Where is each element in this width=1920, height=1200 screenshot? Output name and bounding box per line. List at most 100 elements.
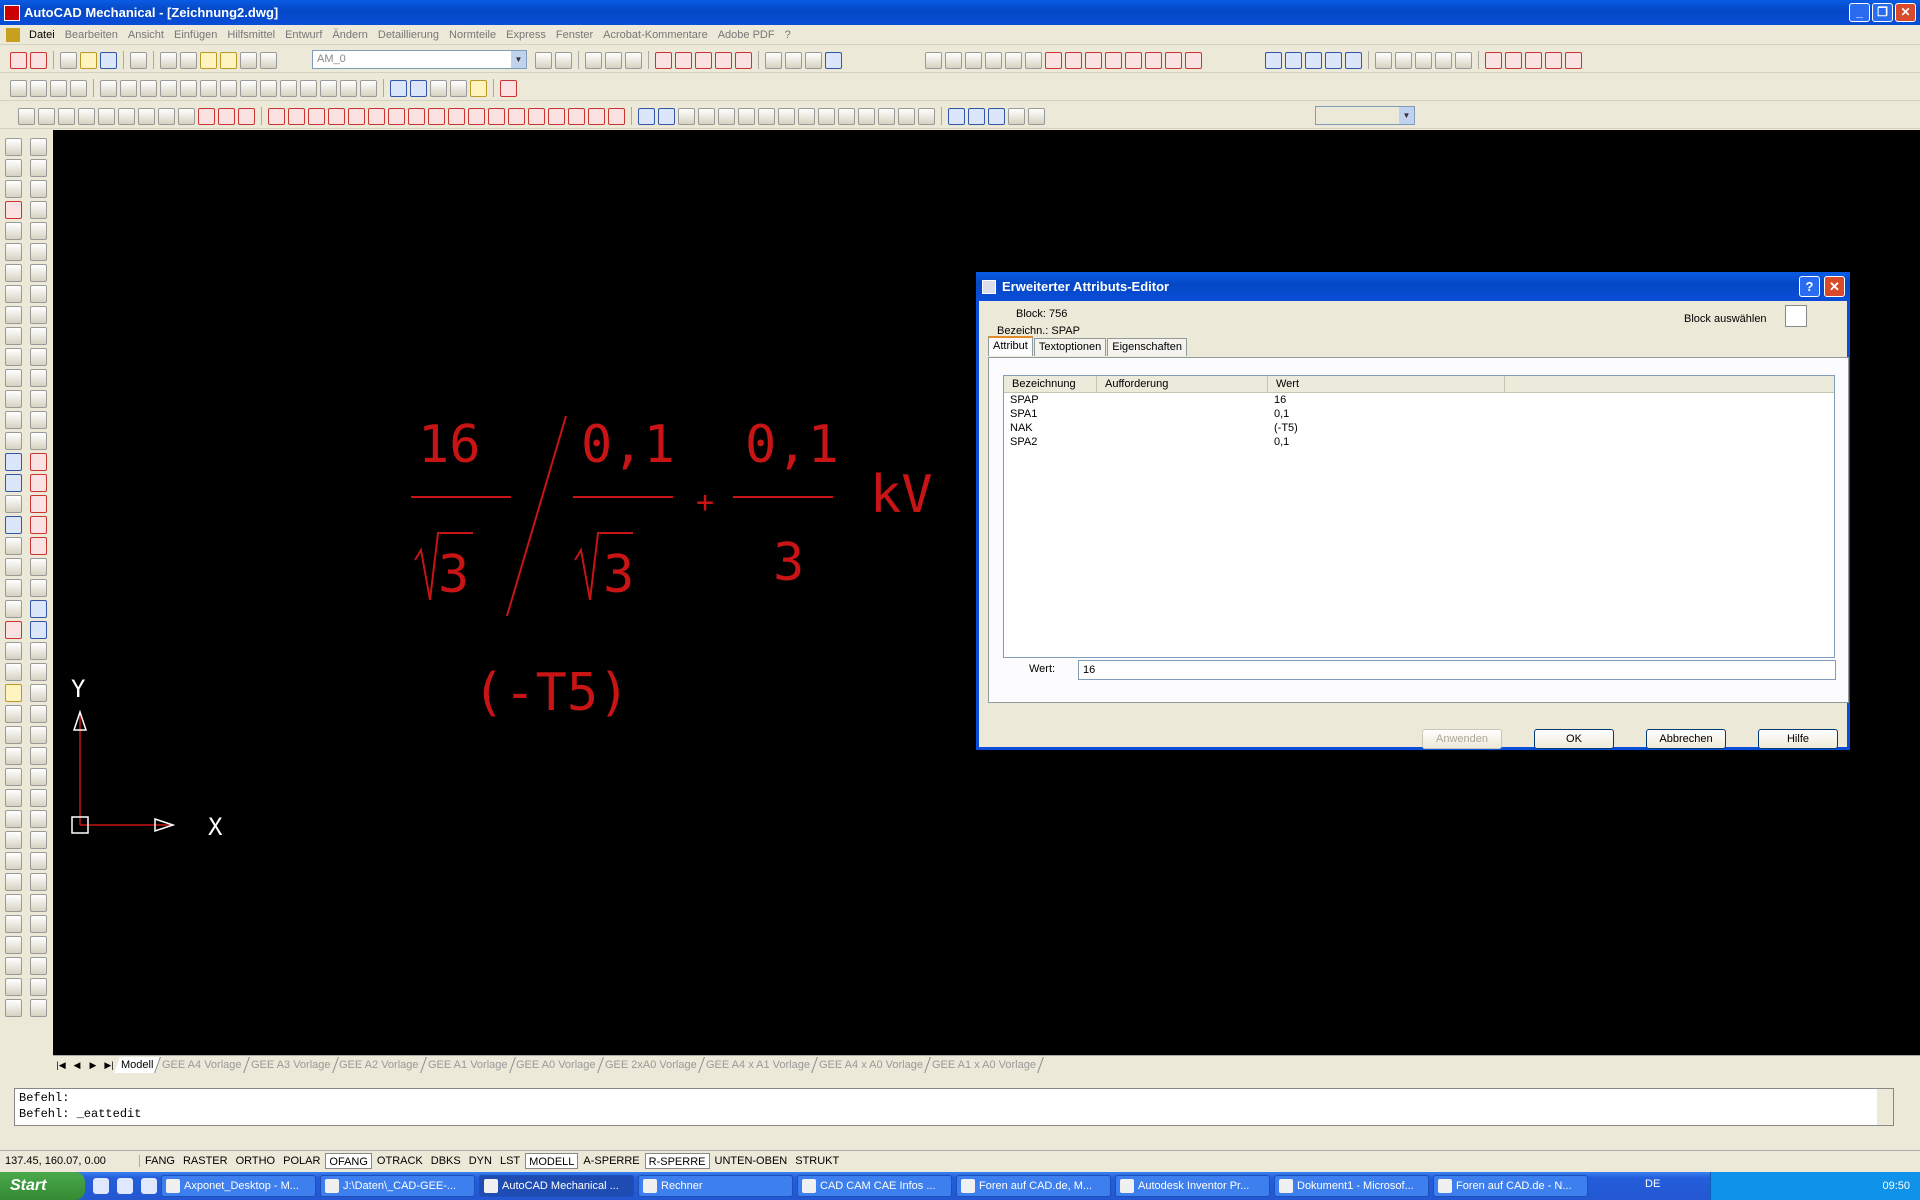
mech-icon-3[interactable]: [965, 51, 982, 69]
dialog-help-icon[interactable]: ?: [1799, 276, 1820, 297]
vtool-icon-41[interactable]: [4, 978, 22, 996]
construction-icon-14[interactable]: [528, 107, 545, 125]
tool-icon-1[interactable]: [655, 51, 672, 69]
help-button[interactable]: Hilfe: [1758, 729, 1838, 749]
construction-icon-3[interactable]: [308, 107, 325, 125]
vtool-icon-34[interactable]: [4, 831, 22, 849]
modify-icon-15[interactable]: [918, 107, 935, 125]
tool-icon-6[interactable]: [765, 51, 782, 69]
vtool2-icon-4[interactable]: [29, 201, 47, 219]
style-icon-19[interactable]: [390, 79, 407, 97]
construction-icon-13[interactable]: [508, 107, 525, 125]
quicklaunch-icon-3[interactable]: [141, 1178, 157, 1194]
view-icon-2[interactable]: [968, 107, 985, 125]
autocad-app-icon[interactable]: [4, 4, 20, 21]
vtool-icon-14[interactable]: [4, 411, 22, 429]
polygon-icon[interactable]: [118, 107, 135, 125]
vtool2-icon-9[interactable]: [29, 306, 47, 324]
construction-icon-11[interactable]: [468, 107, 485, 125]
task-cad-infos[interactable]: CAD CAM CAE Infos ...: [797, 1175, 952, 1197]
tab-eigenschaften[interactable]: Eigenschaften: [1107, 338, 1187, 356]
open-icon[interactable]: [80, 51, 97, 69]
modify-icon-5[interactable]: [718, 107, 735, 125]
menu-entwurf[interactable]: Entwurf: [280, 29, 327, 41]
task-rechner[interactable]: Rechner: [638, 1175, 793, 1197]
status-ofang[interactable]: OFANG: [325, 1152, 372, 1169]
menu-einfuegen[interactable]: Einfügen: [169, 29, 222, 41]
tool-icon-12[interactable]: [1455, 51, 1472, 69]
task-foren-2[interactable]: Foren auf CAD.de - N...: [1433, 1175, 1588, 1197]
modify-icon-6[interactable]: [738, 107, 755, 125]
vtool-icon-4[interactable]: [4, 201, 22, 219]
tab-gee-a0[interactable]: GEE A0 Vorlage: [509, 1056, 604, 1073]
vtool-icon-12[interactable]: [4, 369, 22, 387]
spline-icon[interactable]: [58, 107, 75, 125]
modify-icon-10[interactable]: [818, 107, 835, 125]
tab-gee-2xa0[interactable]: GEE 2xA0 Vorlage: [597, 1056, 705, 1073]
lightbulb-icon[interactable]: [200, 51, 217, 69]
style-icon-1[interactable]: [10, 79, 27, 97]
spark-icon[interactable]: [500, 79, 517, 97]
ok-button[interactable]: OK: [1534, 729, 1614, 749]
construction-icon-10[interactable]: [448, 107, 465, 125]
vtool2-icon-32[interactable]: [29, 789, 47, 807]
mech-icon-11[interactable]: [1125, 51, 1142, 69]
status-fang[interactable]: FANG: [142, 1153, 178, 1169]
vtool2-icon-37[interactable]: [29, 894, 47, 912]
vtool-icon-2[interactable]: [4, 159, 22, 177]
modify-icon-7[interactable]: [758, 107, 775, 125]
prev-tab-icon[interactable]: ◀: [69, 1058, 85, 1072]
vtool2-icon-12[interactable]: [29, 369, 47, 387]
vtool-icon-17[interactable]: [4, 474, 22, 492]
tool-icon-5[interactable]: [735, 51, 752, 69]
vtool-icon-31[interactable]: [4, 768, 22, 786]
modify-icon-13[interactable]: [878, 107, 895, 125]
menu-detaillierung[interactable]: Detaillierung: [373, 29, 444, 41]
mech-icon-10[interactable]: [1105, 51, 1122, 69]
modify-icon-1[interactable]: [638, 107, 655, 125]
print-icon[interactable]: [130, 51, 147, 69]
vtool-icon-8[interactable]: [4, 285, 22, 303]
color-square-icon[interactable]: [260, 51, 277, 69]
vtool-icon-25[interactable]: [4, 642, 22, 660]
vtool2-icon-42[interactable]: [29, 999, 47, 1017]
vtool2-icon-27[interactable]: [29, 684, 47, 702]
vtool-icon-38[interactable]: [4, 915, 22, 933]
first-tab-icon[interactable]: |◀: [53, 1058, 69, 1072]
vtool-icon-7[interactable]: [4, 264, 22, 282]
document-icon[interactable]: [6, 27, 20, 42]
style-icon-9[interactable]: [180, 79, 197, 97]
mech-icon-7[interactable]: [1045, 51, 1062, 69]
mech-icon-4[interactable]: [985, 51, 1002, 69]
vtool-icon-37[interactable]: [4, 894, 22, 912]
vtool2-icon-6[interactable]: [29, 243, 47, 261]
menu-adobe-pdf[interactable]: Adobe PDF: [713, 29, 780, 41]
status-modell[interactable]: MODELL: [525, 1152, 579, 1169]
style-icon-3[interactable]: [50, 79, 67, 97]
style-icon-5[interactable]: [100, 79, 117, 97]
vtool-icon-21[interactable]: [4, 558, 22, 576]
vtool2-icon-14[interactable]: [29, 411, 47, 429]
mech-icon-2[interactable]: [945, 51, 962, 69]
mech-icon-9[interactable]: [1085, 51, 1102, 69]
modify-icon-3[interactable]: [678, 107, 695, 125]
vtool-icon-3[interactable]: [4, 180, 22, 198]
vtool2-icon-31[interactable]: [29, 768, 47, 786]
vtool2-icon-36[interactable]: [29, 873, 47, 891]
vtool-icon-39[interactable]: [4, 936, 22, 954]
vtool-icon-1[interactable]: [4, 138, 22, 156]
vtool-icon-22[interactable]: [4, 579, 22, 597]
vtool2-icon-2[interactable]: [29, 159, 47, 177]
tool-icon-3[interactable]: [695, 51, 712, 69]
style-icon-20[interactable]: [410, 79, 427, 97]
value-input[interactable]: 16: [1078, 660, 1836, 680]
vtool2-icon-41[interactable]: [29, 978, 47, 996]
modify-icon-12[interactable]: [858, 107, 875, 125]
table-icon[interactable]: [625, 51, 642, 69]
tab-gee-a3[interactable]: GEE A3 Vorlage: [243, 1056, 339, 1073]
revcloud-icon[interactable]: [138, 107, 155, 125]
next-tab-icon[interactable]: ▶: [85, 1058, 101, 1072]
menu-datei[interactable]: Datei: [24, 29, 60, 41]
new-icon[interactable]: [10, 51, 27, 69]
rectangle-icon[interactable]: [98, 107, 115, 125]
